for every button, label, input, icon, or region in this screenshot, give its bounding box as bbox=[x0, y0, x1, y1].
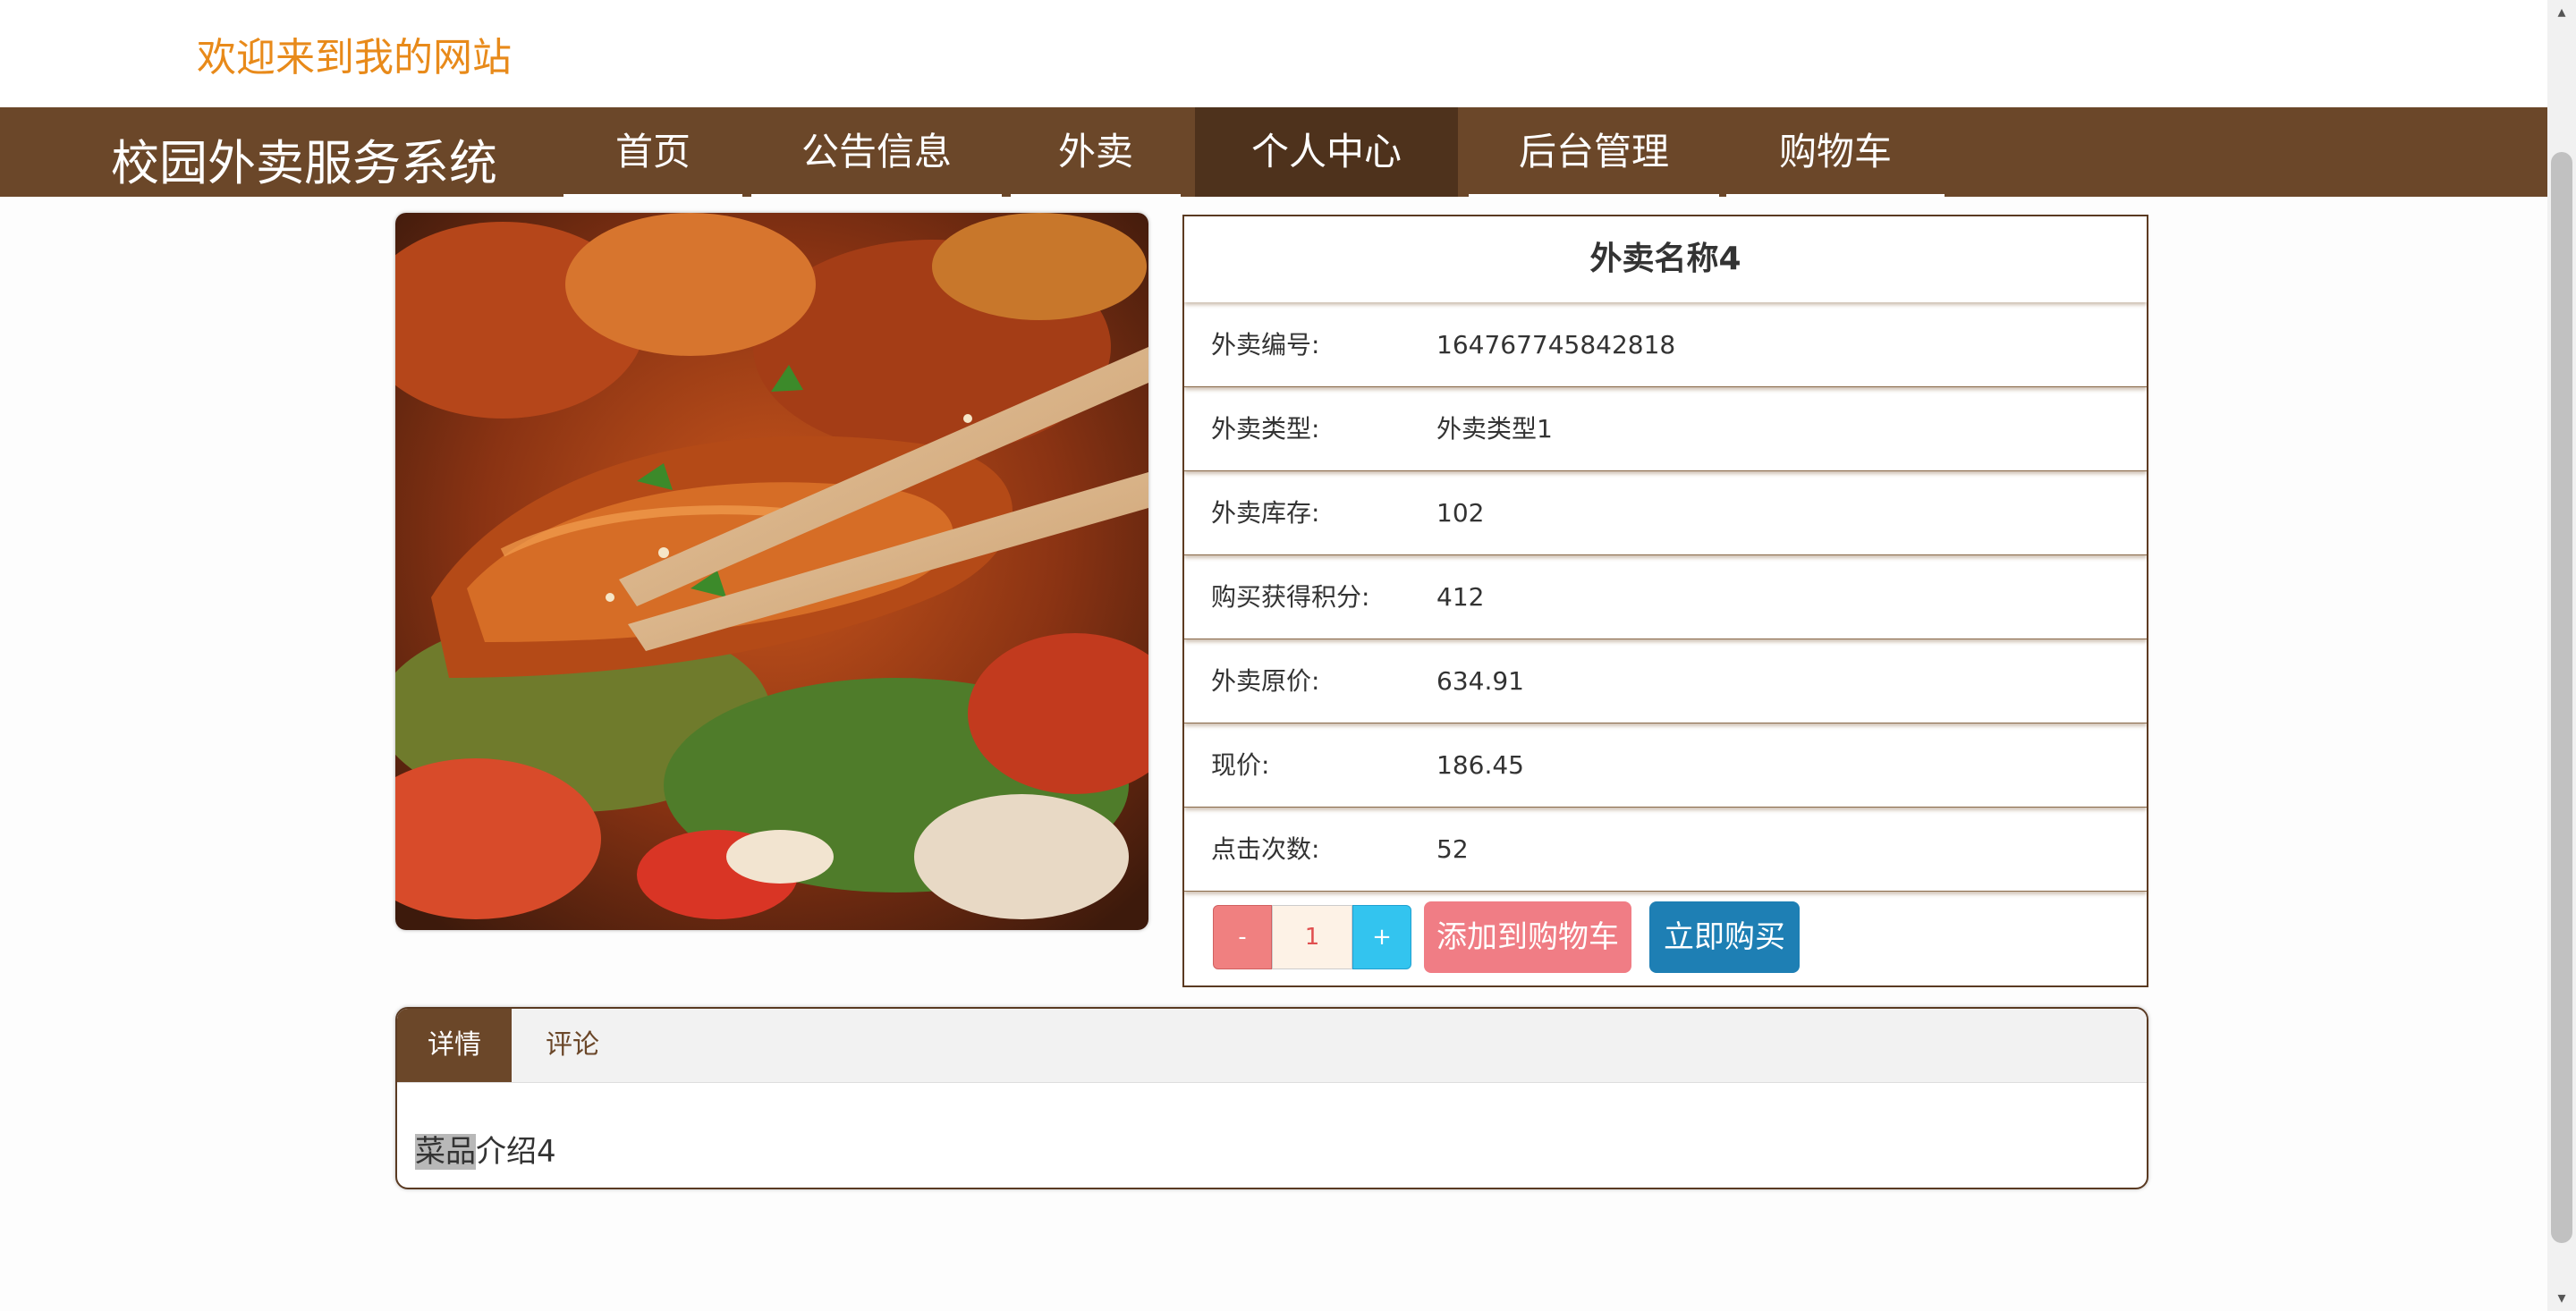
welcome-text: 欢迎来到我的网站 bbox=[197, 35, 512, 80]
tabs-bar: 详情 评论 bbox=[397, 1009, 2147, 1083]
info-row-current-price: 现价: 186.45 bbox=[1184, 724, 2147, 808]
nav-item-admin[interactable]: 后台管理 bbox=[1469, 107, 1719, 197]
info-value: 102 bbox=[1436, 498, 1485, 528]
buy-now-button[interactable]: 立即购买 bbox=[1649, 901, 1800, 973]
info-value: 186.45 bbox=[1436, 750, 1524, 780]
info-value: 52 bbox=[1436, 834, 1469, 864]
scroll-down-arrow-icon[interactable]: ▾ bbox=[2555, 1290, 2569, 1307]
info-label: 外卖原价: bbox=[1211, 666, 1320, 696]
info-label: 现价: bbox=[1211, 750, 1270, 780]
info-value: 164767745842818 bbox=[1436, 330, 1676, 359]
food-image bbox=[395, 213, 1148, 930]
info-label: 外卖类型: bbox=[1211, 414, 1320, 444]
info-value: 634.91 bbox=[1436, 666, 1524, 696]
quantity-decrease-button[interactable]: - bbox=[1213, 905, 1272, 969]
site-brand: 校园外卖服务系统 bbox=[111, 135, 497, 191]
info-label: 点击次数: bbox=[1211, 834, 1320, 864]
info-label: 外卖库存: bbox=[1211, 498, 1320, 528]
info-label: 购买获得积分: bbox=[1211, 582, 1370, 612]
nav-item-cart[interactable]: 购物车 bbox=[1726, 107, 1945, 197]
main-nav: 校园外卖服务系统 首页 公告信息 外卖 个人中心 后台管理 购物车 bbox=[0, 107, 2547, 197]
tab-comments[interactable]: 评论 bbox=[512, 1009, 633, 1082]
vertical-scrollbar[interactable]: ▴ ▾ bbox=[2547, 0, 2576, 1311]
nav-item-takeout[interactable]: 外卖 bbox=[1011, 107, 1181, 197]
info-row-id: 外卖编号: 164767745842818 bbox=[1184, 304, 2147, 387]
info-row-type: 外卖类型: 外卖类型1 bbox=[1184, 388, 2147, 471]
nav-item-personal-center[interactable]: 个人中心 bbox=[1195, 107, 1458, 197]
scrollbar-thumb[interactable] bbox=[2551, 152, 2572, 1243]
add-to-cart-button[interactable]: 添加到购物车 bbox=[1424, 901, 1631, 973]
info-value: 412 bbox=[1436, 582, 1485, 612]
info-row-stock: 外卖库存: 102 bbox=[1184, 472, 2147, 555]
info-row-points: 购买获得积分: 412 bbox=[1184, 556, 2147, 639]
info-value: 外卖类型1 bbox=[1436, 414, 1553, 444]
detail-tabs-panel: 详情 评论 菜品介绍4 bbox=[395, 1007, 2148, 1189]
description-highlight: 菜品 bbox=[415, 1134, 476, 1170]
top-header: 欢迎来到我的网站 bbox=[0, 0, 2547, 107]
quantity-increase-button[interactable]: + bbox=[1352, 905, 1411, 969]
info-row-clicks: 点击次数: 52 bbox=[1184, 808, 2147, 892]
product-info-panel: 外卖名称4 外卖编号: 164767745842818 外卖类型: 外卖类型1 … bbox=[1182, 215, 2148, 987]
product-title: 外卖名称4 bbox=[1184, 216, 2147, 302]
product-description: 菜品介绍4 bbox=[415, 1127, 556, 1171]
scroll-up-arrow-icon[interactable]: ▴ bbox=[2555, 4, 2569, 21]
quantity-input[interactable]: 1 bbox=[1272, 905, 1352, 969]
nav-item-notices[interactable]: 公告信息 bbox=[751, 107, 1002, 197]
info-label: 外卖编号: bbox=[1211, 330, 1320, 359]
tab-details[interactable]: 详情 bbox=[397, 1009, 512, 1082]
nav-item-home[interactable]: 首页 bbox=[564, 107, 742, 197]
info-row-original-price: 外卖原价: 634.91 bbox=[1184, 640, 2147, 723]
description-text: 介绍4 bbox=[476, 1134, 556, 1170]
